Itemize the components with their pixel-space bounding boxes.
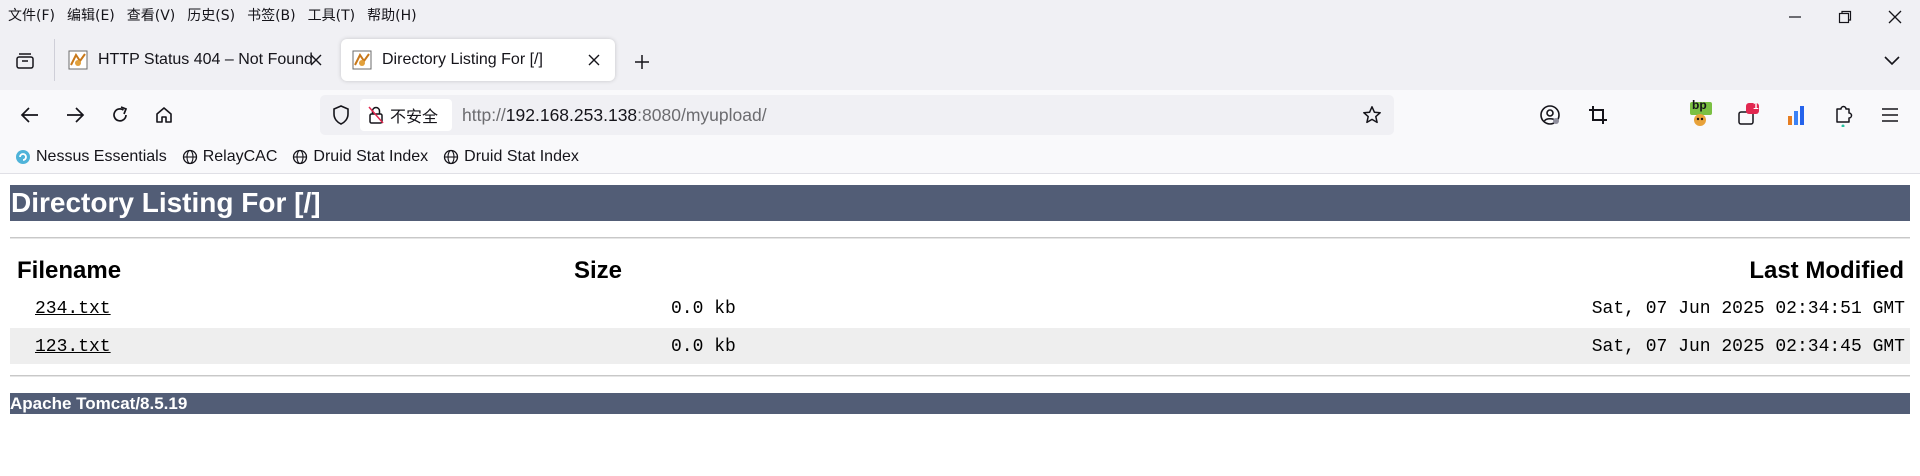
arrow-right-icon <box>67 107 85 123</box>
file-name: 234.txt <box>35 299 111 319</box>
tomcat-favicon-icon <box>352 50 372 70</box>
firefox-view-icon <box>16 53 34 69</box>
tab-close-button[interactable] <box>585 51 603 69</box>
bookmarks-toolbar: Nessus Essentials RelayCAC Druid Stat In… <box>0 140 1920 174</box>
account-icon <box>1540 105 1560 125</box>
divider <box>10 375 1910 377</box>
bookmark-nessus[interactable]: Nessus Essentials <box>14 148 167 166</box>
tab-title: Directory Listing For [/] <box>382 51 543 68</box>
restore-icon <box>1838 10 1852 24</box>
file-link[interactable]: 234.txt <box>35 299 111 319</box>
url-host: 192.168.253.138 <box>505 105 638 125</box>
tracking-protection-button[interactable] <box>330 104 352 126</box>
close-icon <box>1888 10 1902 24</box>
url-bar[interactable]: 不安全 http://192.168.253.138:8080/myupload… <box>320 95 1394 135</box>
column-header-last-modified: Last Modified <box>1749 257 1904 284</box>
unlock-insecure-icon <box>368 106 384 124</box>
menu-icon <box>1882 108 1898 122</box>
notification-extension-button[interactable]: 1 <box>1734 101 1762 129</box>
menu-bar: 文件(F) 编辑(E) 查看(V) 历史(S) 书签(B) 工具(T) 帮助(H… <box>0 0 1920 29</box>
table-row: 234.txt 0.0 kb Sat, 07 Jun 2025 02:34:51… <box>10 290 1910 326</box>
column-header-filename: Filename <box>17 257 122 284</box>
chart-extension-icon <box>1788 106 1804 125</box>
extension-badge: 1 <box>1753 101 1759 112</box>
arrow-left-icon <box>20 107 38 123</box>
star-icon <box>1363 106 1381 124</box>
page-content: Directory Listing For [/] Filename Size … <box>0 175 1920 476</box>
tab-close-button[interactable] <box>307 51 325 69</box>
list-all-tabs-button[interactable] <box>1880 49 1904 73</box>
forward-button[interactable] <box>61 101 89 129</box>
reload-button[interactable] <box>106 101 134 129</box>
navigation-bar: 不安全 http://192.168.253.138:8080/myupload… <box>0 90 1920 140</box>
url-path: :8080/myupload/ <box>637 105 767 125</box>
menu-bookmarks[interactable]: 书签(B) <box>243 5 300 25</box>
menu-tools[interactable]: 工具(T) <box>304 5 359 25</box>
burp-extension-button[interactable]: bp <box>1686 98 1714 129</box>
screenshot-button[interactable] <box>1584 101 1612 129</box>
plus-icon <box>635 55 649 69</box>
tab-directory-listing[interactable]: Directory Listing For [/] <box>341 39 615 81</box>
file-modified: Sat, 07 Jun 2025 02:34:45 GMT <box>1591 337 1905 357</box>
tab-http-404[interactable]: HTTP Status 404 – Not Found <box>57 39 327 81</box>
tab-strip: HTTP Status 404 – Not Found Directory Li… <box>0 29 1920 90</box>
app-menu-button[interactable] <box>1876 101 1904 129</box>
bookmark-star-button[interactable] <box>1360 103 1384 127</box>
bookmark-relaycac[interactable]: RelayCAC <box>181 147 278 166</box>
bookmark-druid-2[interactable]: Druid Stat Index <box>442 148 579 166</box>
home-button[interactable] <box>150 101 178 129</box>
file-size: 0.0 kb <box>671 337 736 357</box>
nessus-icon <box>14 148 32 166</box>
bookmark-label: Druid Stat Index <box>464 147 579 165</box>
column-header-size: Size <box>574 257 623 284</box>
divider <box>10 237 1910 239</box>
bookmark-label: Nessus Essentials <box>36 147 167 165</box>
close-icon <box>310 54 322 66</box>
page-title: Directory Listing For [/] <box>10 185 1910 221</box>
burp-label: bp <box>1692 98 1707 112</box>
shield-icon <box>333 105 349 125</box>
tomcat-favicon-icon <box>68 50 88 70</box>
globe-icon <box>181 148 199 166</box>
tab-title: HTTP Status 404 – Not Found <box>98 51 313 68</box>
menu-edit[interactable]: 编辑(E) <box>63 5 119 25</box>
new-tab-button[interactable] <box>630 50 654 74</box>
connection-insecure-chip[interactable]: 不安全 <box>360 99 452 131</box>
home-icon <box>156 107 172 123</box>
close-icon <box>588 54 600 66</box>
url-scheme: http:// <box>462 105 506 125</box>
minimize-icon <box>1789 16 1801 18</box>
bookmark-label: RelayCAC <box>202 147 278 165</box>
file-link[interactable]: 123.txt <box>35 337 111 357</box>
globe-icon <box>291 148 309 166</box>
extensions-button[interactable] <box>1830 101 1858 129</box>
menu-view[interactable]: 查看(V) <box>123 5 180 25</box>
account-button[interactable] <box>1536 101 1564 129</box>
menu-file[interactable]: 文件(F) <box>4 5 59 25</box>
bookmark-druid-1[interactable]: Druid Stat Index <box>291 148 428 166</box>
table-row: 123.txt 0.0 kb Sat, 07 Jun 2025 02:34:45… <box>10 328 1910 364</box>
tab-separator <box>54 39 55 81</box>
back-button[interactable] <box>16 101 44 129</box>
file-size: 0.0 kb <box>671 299 736 319</box>
firefox-view-button[interactable] <box>10 49 40 73</box>
screenshot-crop-icon <box>1589 106 1607 124</box>
bookmark-label: Druid Stat Index <box>313 147 429 165</box>
chevron-down-icon <box>1884 56 1900 66</box>
chart-extension-button[interactable] <box>1783 101 1811 129</box>
menu-history[interactable]: 历史(S) <box>183 5 239 25</box>
globe-icon <box>442 148 460 166</box>
file-modified: Sat, 07 Jun 2025 02:34:51 GMT <box>1591 299 1905 319</box>
insecure-label: 不安全 <box>390 107 439 126</box>
reload-icon <box>113 106 128 122</box>
file-name: 123.txt <box>35 337 111 357</box>
url-text[interactable]: http://192.168.253.138:8080/myupload/ <box>462 105 767 126</box>
extensions-icon <box>1836 105 1853 127</box>
menu-help[interactable]: 帮助(H) <box>363 5 420 25</box>
server-footer: Apache Tomcat/8.5.19 <box>10 393 1910 414</box>
